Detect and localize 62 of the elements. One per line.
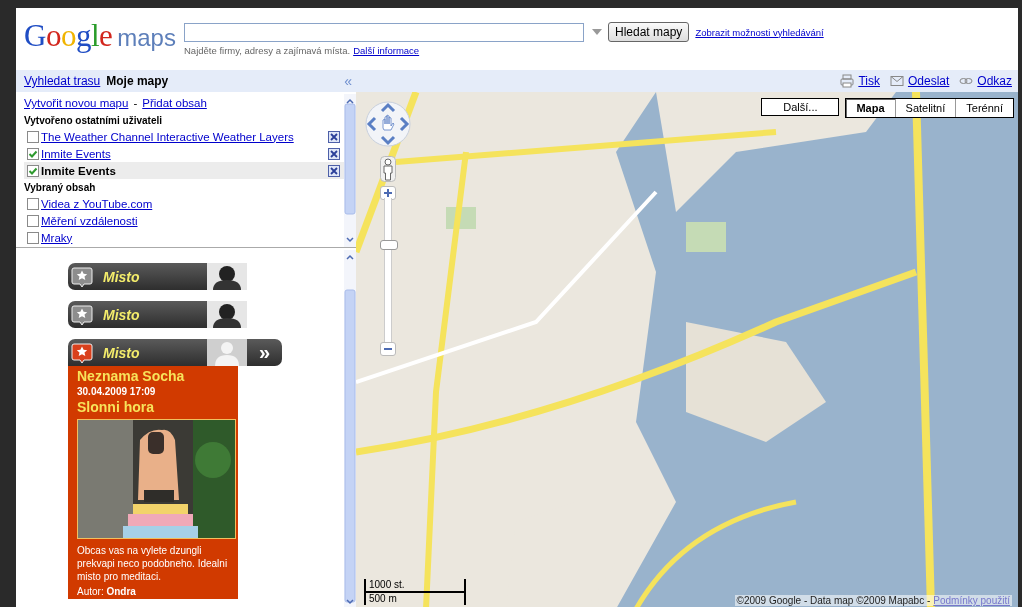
scale-label: 1000 st. <box>366 579 464 593</box>
checkbox[interactable] <box>27 214 39 227</box>
expand-button[interactable]: » <box>247 339 282 366</box>
avatar-icon <box>207 339 247 366</box>
event-author: Autor: Ondra <box>77 586 137 597</box>
layer-link[interactable]: Inmite Events <box>41 164 326 177</box>
group-heading: Vytvořeno ostatními uživateli <box>24 115 163 128</box>
avatar-icon <box>207 263 247 290</box>
group-heading: Vybraný obsah <box>24 182 97 195</box>
search-field[interactable] <box>184 22 584 42</box>
logo-text: Google <box>24 18 113 54</box>
star-marker-icon <box>71 265 93 288</box>
envelope-icon <box>889 74 904 88</box>
layer-link[interactable]: The Weather Channel Interactive Weather Layers <box>41 130 326 143</box>
add-content-link[interactable]: Přidat obsah <box>142 97 207 109</box>
action-link[interactable]: Tisk <box>858 74 880 88</box>
layer-link[interactable]: Měření vzdálenosti <box>41 214 340 227</box>
zoom-in-button[interactable] <box>380 186 396 200</box>
more-button[interactable]: Další... <box>761 98 840 116</box>
printer-icon <box>840 74 855 88</box>
star-marker-icon <box>71 303 93 326</box>
star-marker-icon <box>71 341 93 364</box>
layer-link[interactable]: Mraky <box>41 231 340 244</box>
action-link[interactable]: Odeslat <box>907 74 950 88</box>
create-map-link[interactable]: Vytvořit novou mapu <box>24 97 129 109</box>
checkbox[interactable] <box>27 147 39 160</box>
more-info-link[interactable]: Další informace <box>353 45 420 56</box>
event-bar[interactable]: Misto <box>68 263 247 290</box>
minus-icon <box>384 345 392 353</box>
search-button[interactable]: Hledat mapy <box>608 22 690 42</box>
event-place: Slonni hora <box>77 399 155 415</box>
event-title: Neznama Socha <box>77 368 186 384</box>
separator-text: - <box>133 97 138 109</box>
remove-icon[interactable] <box>328 147 340 160</box>
checkbox[interactable] <box>27 231 39 244</box>
tab[interactable]: Moje mapy <box>106 74 169 88</box>
action-link[interactable]: Odkaz <box>977 74 1012 88</box>
logo-product: maps <box>117 24 176 52</box>
event-bar[interactable]: Misto » <box>68 339 282 366</box>
search-hint: Najděte firmy, adresy a zajímavá místa. <box>184 45 351 56</box>
checkbox[interactable] <box>27 197 39 210</box>
layer-link[interactable]: Videa z YouTube.com <box>41 197 340 210</box>
person-icon <box>380 156 396 182</box>
slider-thumb[interactable] <box>380 240 398 250</box>
checkbox[interactable] <box>27 164 39 177</box>
tab[interactable]: Vyhledat trasu <box>24 74 101 88</box>
event-bar[interactable]: Misto <box>68 301 247 328</box>
avatar-icon <box>207 301 247 328</box>
copyright-text: ©2009 Google - Data map ©2009 Mapabc - <box>736 595 931 606</box>
remove-icon[interactable] <box>328 164 340 177</box>
map-type-button[interactable]: Mapa <box>846 99 895 117</box>
event-description: Obcas vas na vylete dzungli prekvapi neco podobneho. Idealni misto pro meditaci. <box>77 544 229 583</box>
search-options-link[interactable]: Zobrazit možnosti vyhledávání <box>695 26 824 38</box>
checkbox[interactable] <box>27 130 39 143</box>
scale-label: 500 m <box>368 593 398 605</box>
pan-control[interactable] <box>365 101 411 147</box>
plus-icon <box>384 189 392 197</box>
remove-icon[interactable] <box>328 130 340 143</box>
layer-link[interactable]: Inmite Events <box>41 147 326 160</box>
zoom-out-button[interactable] <box>380 342 396 356</box>
dropdown-caret-icon[interactable] <box>592 29 602 35</box>
event-date: 30.04.2009 17:09 <box>77 386 157 397</box>
